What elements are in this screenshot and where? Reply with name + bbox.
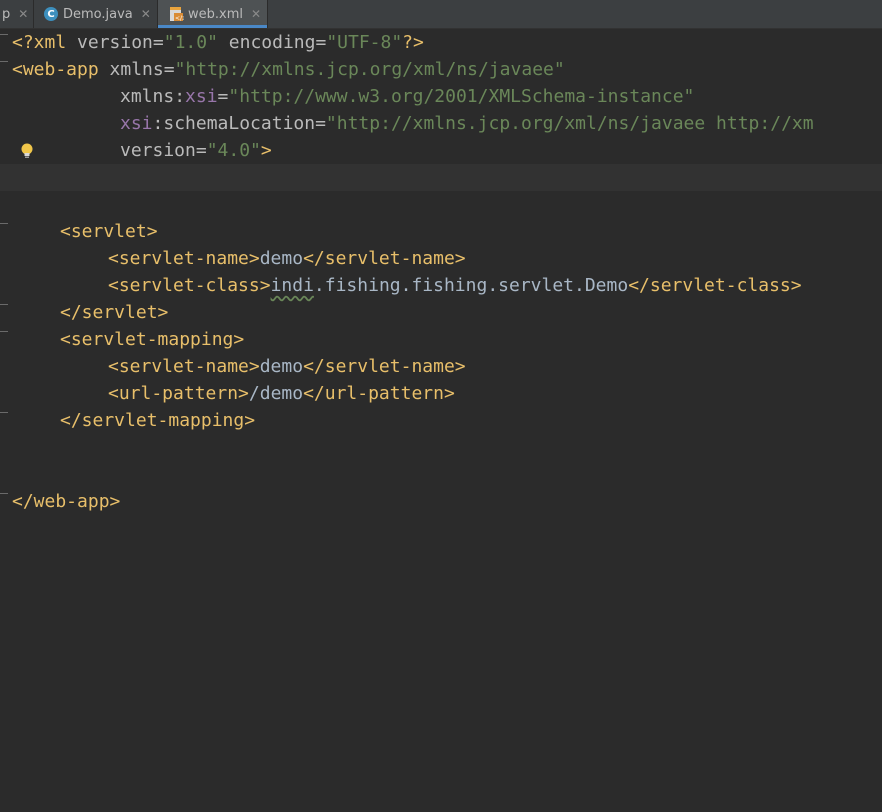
code-editor[interactable]: <?xml version="1.0" encoding="UTF-8"?> <… [0,29,882,530]
code-line-5: version="4.0"> [120,140,272,161]
svg-text:</>: </> [175,15,184,22]
code-line-webapp-close: </web-app> [12,491,121,512]
servlet-name-value: demo [259,248,304,269]
code-line-servlet-class: <servlet-class>indi.fishing.fishing.serv… [108,275,802,296]
tag-open: <web-app [12,59,99,80]
caret-line-highlight [0,164,882,191]
code-line-servlet-open: <servlet> [60,221,158,242]
spelling-warning[interactable]: indi [271,275,314,296]
java-class-icon: C [44,7,58,21]
attr-namespace: xsi [120,113,153,134]
attr-value: "http://www.w3.org/2001/XMLSchema-instan… [228,86,695,107]
attr-value: "1.0" [163,32,218,53]
xml-source: <?xml version="1.0" encoding="UTF-8"?> <… [0,29,814,812]
code-line-mapping-name: <servlet-name>demo</servlet-name> [108,356,466,377]
attr-value: "http://xmlns.jcp.org/xml/ns/javaee" [174,59,565,80]
code-line-1: <?xml version="1.0" encoding="UTF-8"?> [12,32,424,53]
url-pattern-value: /demo [248,383,304,404]
code-line-servlet-close: </servlet> [60,302,169,323]
code-line-4: xsi:schemaLocation="http://xmlns.jcp.org… [120,113,814,134]
tab-label: p [2,6,11,22]
tab-partial[interactable]: p ✕ [0,0,34,28]
close-icon[interactable]: ✕ [141,7,151,21]
code-line-url-pattern: <url-pattern>/demo</url-pattern> [108,383,455,404]
tab-demo-java[interactable]: C Demo.java ✕ [34,0,158,28]
attr-name: encoding [228,32,316,53]
servlet-class-value: .fishing.fishing.servlet.Demo [313,275,629,296]
tab-label: web.xml [188,6,243,22]
xml-declaration-open: <?xml [12,32,67,53]
code-line-mapping-close: </servlet-mapping> [60,410,256,431]
attr-name: version [120,140,196,161]
xml-declaration-close: ?> [402,32,424,53]
editor-tab-bar: p ✕ C Demo.java ✕ </> web.xml ✕ [0,0,882,29]
attr-namespace: xsi [185,86,218,107]
xml-file-icon: </> [170,7,184,22]
attr-prefix: xmlns [120,86,175,107]
attr-name: schemaLocation [163,113,316,134]
tab-label: Demo.java [63,6,133,22]
tag-close: > [260,140,272,161]
close-icon[interactable]: ✕ [251,7,261,21]
attr-value: "UTF-8" [326,32,403,53]
code-line-servlet-name: <servlet-name>demo</servlet-name> [108,248,466,269]
attr-name: xmlns [109,59,164,80]
tab-web-xml[interactable]: </> web.xml ✕ [158,0,268,28]
code-line-2: <web-app xmlns="http://xmlns.jcp.org/xml… [12,59,565,80]
close-icon[interactable]: ✕ [18,7,28,21]
code-line-3: xmlns:xsi="http://www.w3.org/2001/XMLSch… [120,86,695,107]
code-line-mapping-open: <servlet-mapping> [60,329,245,350]
attr-value: "4.0" [206,140,261,161]
attr-value: "http://xmlns.jcp.org/xml/ns/javaee http… [325,113,814,134]
mapping-name-value: demo [259,356,304,377]
attr-name: version [77,32,153,53]
